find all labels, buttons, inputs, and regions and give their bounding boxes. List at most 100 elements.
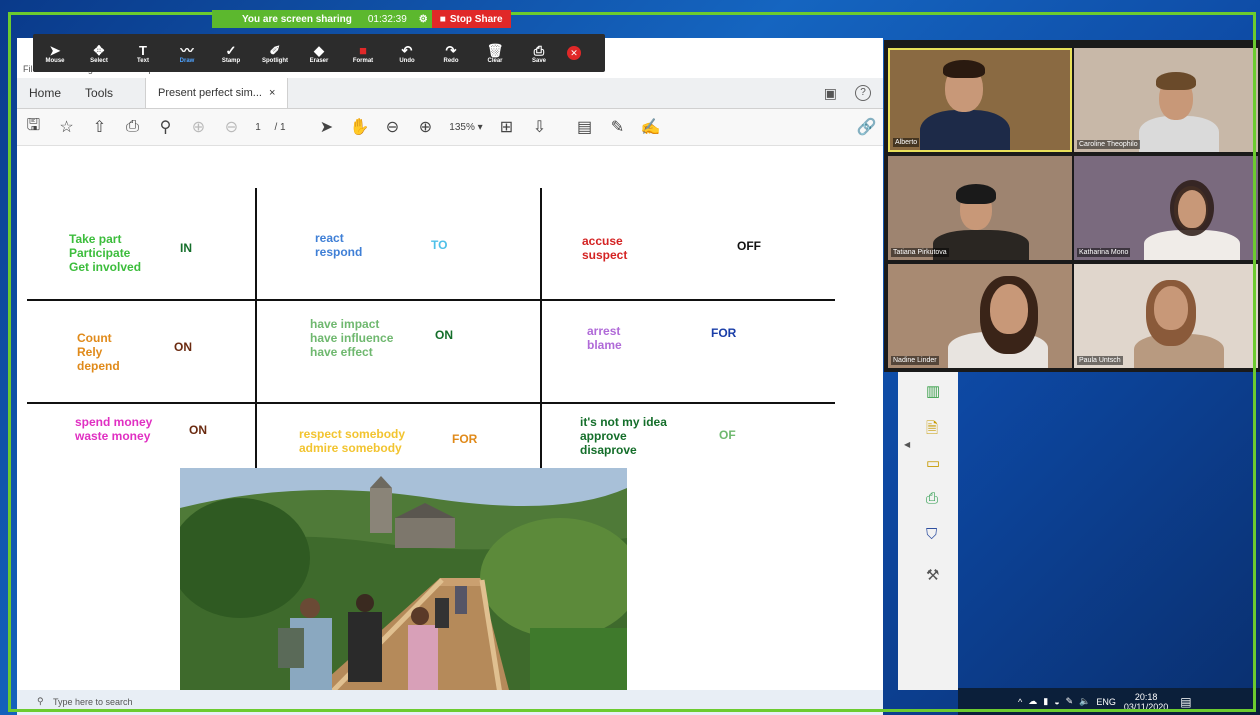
star-icon[interactable]: ☆	[50, 117, 83, 137]
zoom-in-icon[interactable]: ⊕	[409, 117, 442, 137]
cell-r3c1-words: spend money waste money	[75, 415, 153, 443]
share-link-icon[interactable]: 🔗	[850, 117, 883, 137]
save-tool-button[interactable]: ⎙ Save	[517, 43, 561, 64]
video-gallery: Alberto Caroline Theophilo Tatiana Pirku…	[884, 40, 1260, 372]
participant-name: Alberto	[893, 138, 920, 147]
collapse-arrow-icon[interactable]: ◀	[904, 440, 910, 449]
redo-icon: ↷	[445, 42, 457, 58]
eraser-icon: ◆	[314, 42, 324, 58]
spotlight-tool-button[interactable]: ✐ Spotlight	[253, 43, 297, 64]
tool-label: Text	[137, 57, 149, 64]
grid-line	[27, 299, 835, 301]
export-pdf-icon[interactable]: 🗎	[926, 418, 938, 443]
comment-icon[interactable]: ▣	[824, 85, 837, 102]
help-icon[interactable]: ?	[855, 85, 871, 101]
tab-home[interactable]: Home	[17, 86, 73, 100]
upload-icon[interactable]: ⇧	[83, 117, 116, 137]
cloud-icon[interactable]: ☁	[1028, 696, 1037, 707]
video-tile[interactable]: Nadine Linder	[888, 264, 1072, 368]
comment-tool-icon[interactable]: ▤	[568, 117, 601, 137]
pen-icon[interactable]: ✎	[1066, 696, 1074, 707]
participant-name: Paula Untsch	[1077, 356, 1123, 365]
redo-tool-button[interactable]: ↷ Redo	[429, 43, 473, 64]
chevron-up-icon[interactable]: ^	[1018, 697, 1022, 707]
cell-r3c3-words: it's not my idea approve disaprove	[580, 415, 667, 457]
comment-rail-icon[interactable]: ▭	[926, 454, 940, 472]
zoom-out-icon[interactable]: ⊖	[376, 117, 409, 137]
tab-close-icon[interactable]: ×	[269, 87, 275, 99]
scroll-mode-icon[interactable]: ⇩	[523, 117, 556, 137]
select-icon: ✥	[93, 42, 105, 58]
cell-r1c2-prep: TO	[431, 238, 448, 252]
language-indicator[interactable]: ENG	[1096, 697, 1116, 707]
tab-row: Home Tools Present perfect sim... × ▣ ?	[17, 78, 883, 109]
stamp-icon: ✓	[225, 42, 237, 58]
clock-time: 20:18	[1134, 691, 1158, 702]
cell-r2c1-words: Count Rely depend	[77, 331, 120, 373]
cell-r2c3-prep: FOR	[711, 326, 737, 340]
taskbar-search[interactable]: Type here to search	[53, 697, 133, 707]
taskbar: ^ ☁ ▮ ◒ ✎ 🔈 ENG 20:18 03/11/2020 ▤	[958, 688, 1260, 715]
protect-icon[interactable]: ⛉	[926, 526, 937, 543]
acrobat-window: File Edit View Sign Window Help Home Too…	[17, 38, 883, 710]
eraser-tool-button[interactable]: ◆ Eraser	[297, 43, 341, 64]
video-tile[interactable]: Tatiana Pirkutova	[888, 156, 1072, 260]
clock[interactable]: 20:18 03/11/2020	[1124, 692, 1168, 712]
cell-r2c2-prep: ON	[435, 328, 453, 342]
hand-icon[interactable]: ✋	[343, 117, 376, 137]
cursor-icon[interactable]: ➤	[310, 117, 343, 137]
tab-document[interactable]: Present perfect sim... ×	[145, 78, 289, 108]
share-settings-icon[interactable]: ⚙	[415, 14, 432, 25]
clear-icon: 🗑	[486, 42, 504, 58]
zoom-select[interactable]: 135% ▾	[442, 122, 490, 133]
search-icon[interactable]: ⚲	[149, 117, 182, 137]
video-tile[interactable]: Katharina Mono	[1074, 156, 1258, 260]
video-tile[interactable]: Caroline Theophilo	[1074, 48, 1258, 152]
page-down-icon[interactable]: ⊖	[215, 117, 248, 137]
fit-page-icon[interactable]: ⊞	[490, 117, 523, 137]
wifi-icon[interactable]: ◒	[1054, 697, 1059, 707]
usb-icon[interactable]: ▮	[1043, 696, 1048, 707]
draw-tool-button[interactable]: 〰 Draw	[165, 43, 209, 64]
stop-share-button[interactable]: ■ Stop Share	[431, 10, 511, 28]
page-up-icon[interactable]: ⊕	[182, 117, 215, 137]
mouse-tool-button[interactable]: ➤ Mouse	[33, 43, 77, 64]
format-tool-button[interactable]: ■ Format	[341, 43, 385, 64]
organize-pages-icon[interactable]: ▥	[926, 382, 940, 400]
tool-label: Select	[90, 57, 108, 64]
notification-icon[interactable]: ▤	[1180, 695, 1191, 709]
document-tab-title: Present perfect sim...	[158, 87, 262, 99]
acrobat-toolbar: 🖫 ☆ ⇧ ⎙ ⚲ ⊕ ⊖ 1 / 1 ➤ ✋ ⊖ ⊕ 135% ▾ ⊞ ⇩ ▤…	[17, 109, 883, 146]
right-tools-rail: ◀ ▥ 🗎 ▭ ⎙ ⛉ ⚒	[898, 370, 958, 690]
taskbar-search-strip: ⚲ Type here to search	[17, 690, 883, 715]
text-tool-button[interactable]: T Text	[121, 43, 165, 64]
tool-label: Undo	[399, 57, 415, 64]
tab-tools[interactable]: Tools	[73, 86, 125, 100]
search-icon[interactable]: ⚲	[37, 696, 44, 707]
select-tool-button[interactable]: ✥ Select	[77, 43, 121, 64]
clock-date: 03/11/2020	[1123, 701, 1169, 712]
landscape-photo	[180, 468, 627, 694]
cell-r1c1-prep: IN	[180, 241, 192, 255]
highlight-pen-icon[interactable]: ✎	[601, 117, 634, 137]
grid-line	[540, 188, 542, 468]
volume-icon[interactable]: 🔈	[1079, 696, 1090, 707]
page-number-input[interactable]: 1	[248, 122, 268, 133]
cell-r1c2-words: react respond	[315, 231, 363, 259]
print-icon[interactable]: ⎙	[116, 118, 149, 136]
participant-name: Caroline Theophilo	[1077, 140, 1140, 149]
undo-tool-button[interactable]: ↶ Undo	[385, 43, 429, 64]
clear-tool-button[interactable]: 🗑 Clear	[473, 43, 517, 64]
zoom-value: 135%	[449, 121, 475, 133]
video-tile[interactable]: Paula Untsch	[1074, 264, 1258, 368]
text-icon: T	[139, 42, 147, 58]
page-total: / 1	[274, 121, 286, 133]
close-toolbar-icon[interactable]: ✕	[567, 46, 581, 60]
video-tile[interactable]: Alberto	[888, 48, 1072, 152]
stamp-tool-button[interactable]: ✓ Stamp	[209, 43, 253, 64]
save-file-icon[interactable]: 🖫	[17, 114, 50, 141]
print-production-icon[interactable]: ⎙	[926, 490, 938, 507]
undo-icon: ↶	[401, 42, 413, 58]
more-tools-icon[interactable]: ⚒	[926, 566, 939, 584]
sign-icon[interactable]: ✍	[634, 117, 667, 137]
